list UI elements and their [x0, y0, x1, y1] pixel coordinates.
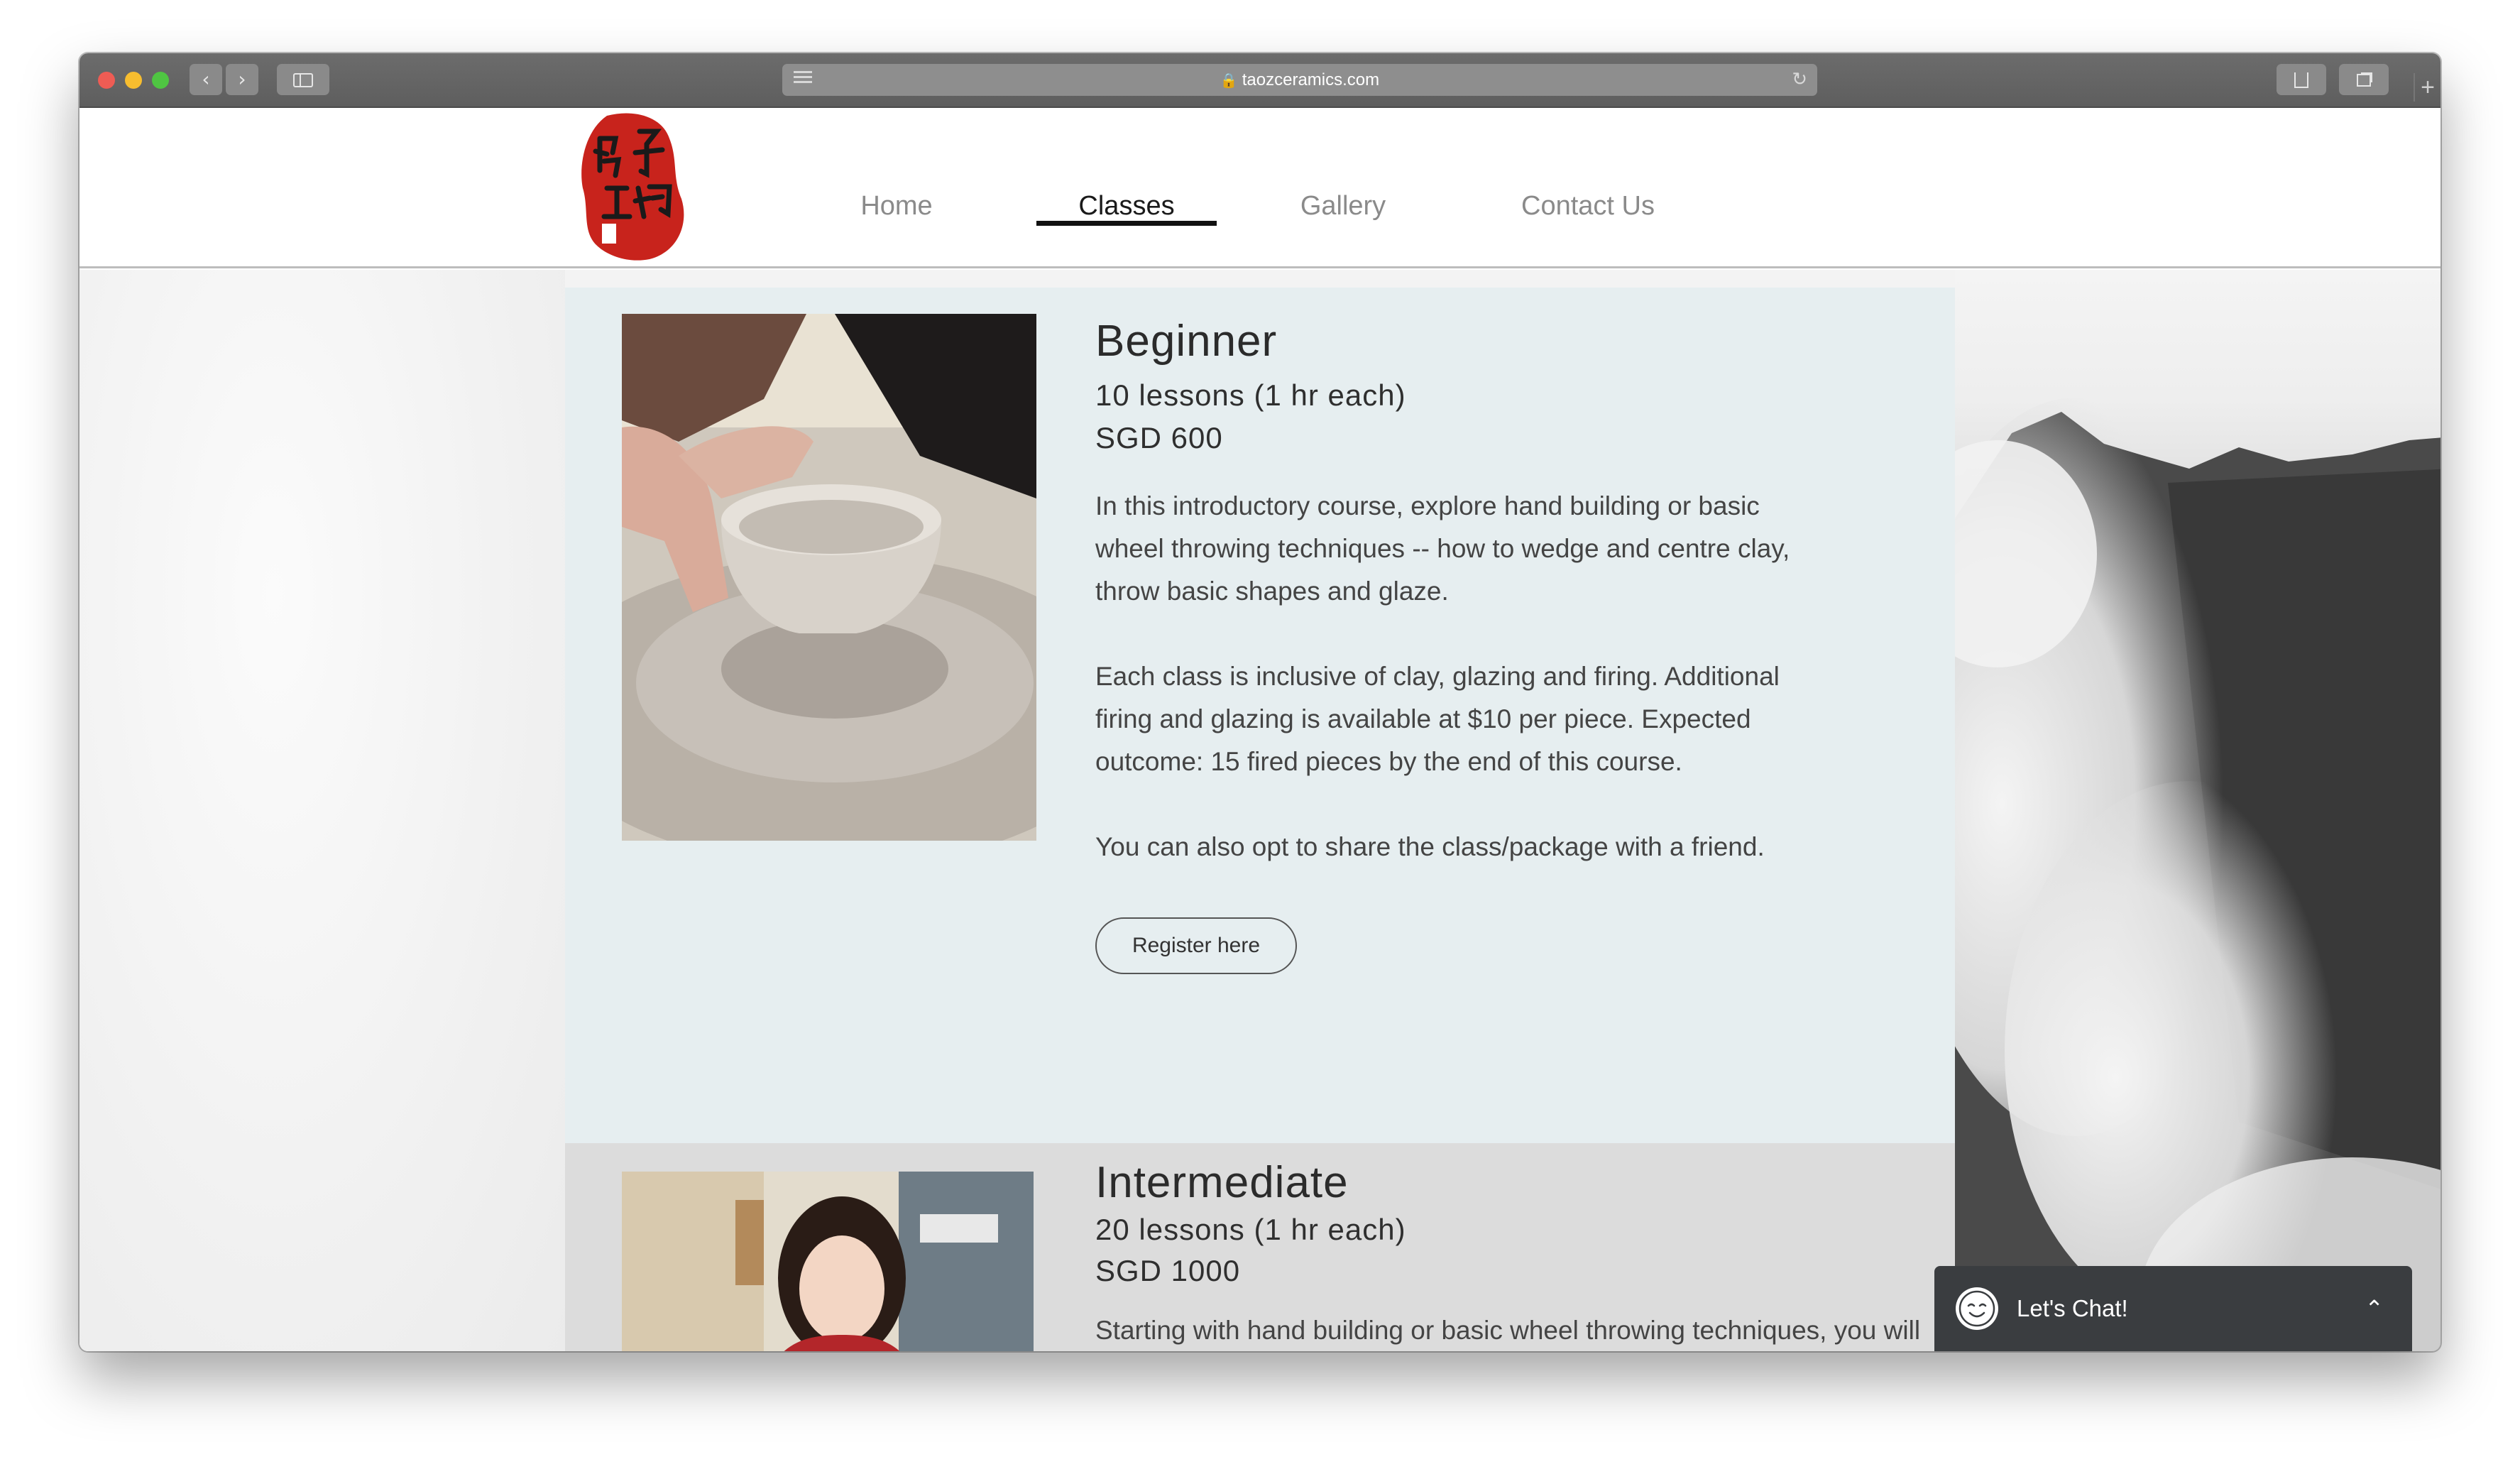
intermediate-description-1: Starting with hand building or basic whe…: [1095, 1316, 1921, 1345]
minimize-window-button[interactable]: [125, 72, 142, 89]
intermediate-class-card: Intermediate 20 lessons (1 hr each) SGD …: [565, 1143, 1955, 1351]
beginner-class-card: Beginner 10 lessons (1 hr each) SGD 600 …: [565, 288, 1955, 1143]
url-text: taozceramics.com: [1242, 70, 1380, 89]
background-mist-left: [80, 270, 565, 1351]
plus-icon: +: [2421, 74, 2435, 101]
chat-widget[interactable]: Let's Chat! ⌃: [1934, 1266, 2412, 1351]
student-photo: [622, 1172, 1034, 1351]
address-bar[interactable]: 🔒 taozceramics.com ↻: [782, 64, 1817, 96]
page-content[interactable]: Beginner 10 lessons (1 hr each) SGD 600 …: [80, 270, 2440, 1351]
nav-gallery[interactable]: Gallery: [1286, 191, 1400, 227]
tabs-icon: [2357, 74, 2371, 87]
tabs-overview-button[interactable]: [2339, 64, 2389, 95]
main-nav: Home Classes Gallery Contact Us: [80, 108, 2440, 266]
chat-label: Let's Chat!: [2017, 1295, 2128, 1321]
chat-smiley-icon: [1956, 1287, 1998, 1330]
beginner-price: SGD 600: [1095, 421, 1223, 454]
beginner-description-2: Each class is inclusive of clay, glazing…: [1095, 662, 1780, 776]
browser-toolbar: ‹ › 🔒 taozceramics.com ↻ +: [80, 53, 2440, 108]
lock-icon: 🔒: [1220, 73, 1238, 89]
chevron-right-icon: ›: [238, 67, 246, 91]
beginner-description-1: In this introductory course, explore han…: [1095, 491, 1790, 606]
close-window-button[interactable]: [98, 72, 115, 89]
site-header: Home Classes Gallery Contact Us: [80, 108, 2440, 268]
intermediate-price: SGD 1000: [1095, 1254, 1241, 1287]
background-mountain-image: [1955, 270, 2440, 1351]
intermediate-lessons: 20 lessons (1 hr each): [1095, 1213, 1406, 1246]
share-button[interactable]: [2277, 64, 2326, 95]
new-tab-button[interactable]: +: [2414, 73, 2440, 102]
maximize-window-button[interactable]: [152, 72, 169, 89]
sidebar-icon: [293, 73, 313, 87]
nav-home[interactable]: Home: [853, 191, 940, 227]
intermediate-title: Intermediate: [1095, 1158, 1349, 1207]
beginner-description-3: You can also opt to share the class/pack…: [1095, 832, 1765, 861]
nav-classes[interactable]: Classes: [1048, 191, 1205, 227]
chevron-left-icon: ‹: [202, 67, 210, 91]
back-button[interactable]: ‹: [190, 64, 222, 95]
share-icon: [2294, 72, 2308, 88]
browser-window: ‹ › 🔒 taozceramics.com ↻ + Home Classes …: [80, 53, 2440, 1351]
chevron-up-icon[interactable]: ⌃: [2365, 1266, 2384, 1351]
forward-button[interactable]: ›: [226, 64, 258, 95]
pottery-wheel-photo: [622, 314, 1036, 841]
sidebar-toggle-button[interactable]: [277, 64, 329, 95]
reload-icon[interactable]: ↻: [1792, 64, 1807, 96]
register-button[interactable]: Register here: [1095, 917, 1297, 974]
beginner-lessons: 10 lessons (1 hr each): [1095, 378, 1406, 412]
nav-contact-us[interactable]: Contact Us: [1492, 191, 1684, 227]
beginner-title: Beginner: [1095, 317, 1278, 366]
